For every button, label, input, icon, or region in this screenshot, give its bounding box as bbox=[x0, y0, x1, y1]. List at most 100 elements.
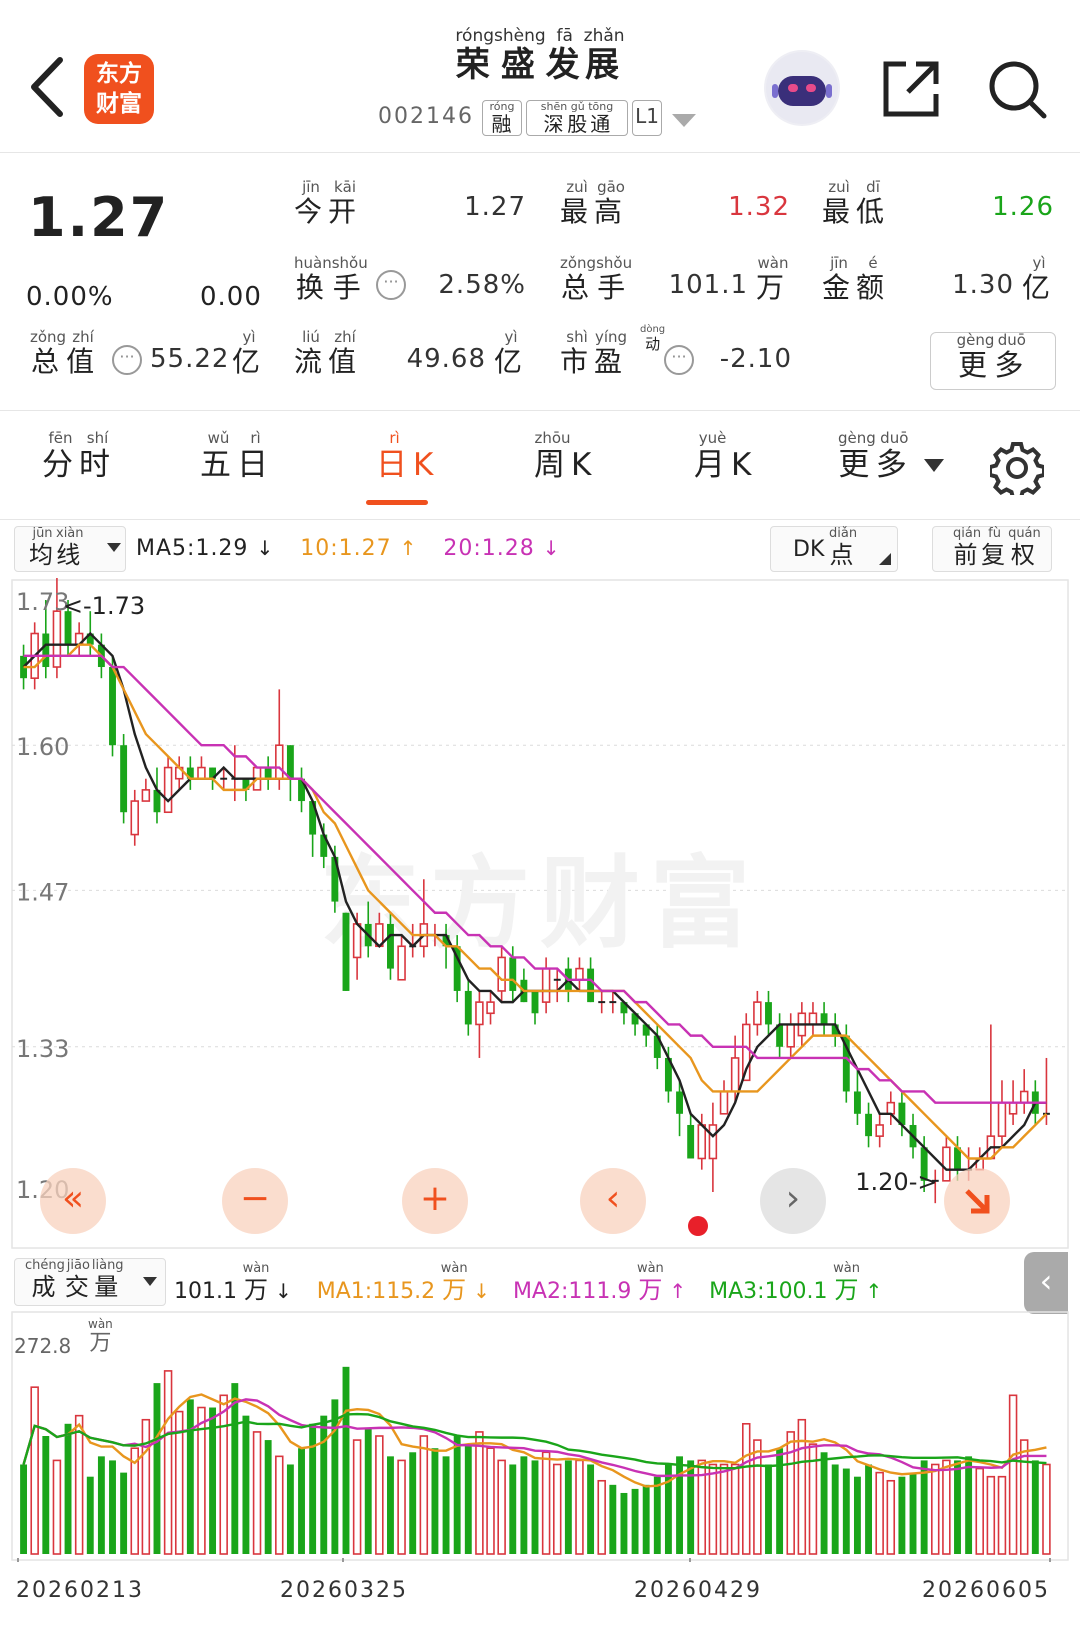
market-cap-info-icon[interactable]: ··· bbox=[112, 345, 142, 375]
volume-bar bbox=[320, 1415, 328, 1554]
volume-bar bbox=[242, 1415, 250, 1554]
dropdown-triangle-icon[interactable] bbox=[672, 112, 696, 128]
ma-selector[interactable]: 均jūn线xiàn bbox=[14, 526, 126, 572]
volume-bar bbox=[942, 1459, 951, 1555]
collapse-panel-button[interactable]: ‹ bbox=[1024, 1252, 1068, 1314]
hanzi-char: 月 bbox=[694, 447, 731, 483]
tab-weekly-k[interactable]: 周zhōuK bbox=[534, 429, 597, 484]
volume-bar bbox=[486, 1447, 495, 1555]
volume-bar bbox=[965, 1456, 973, 1554]
hanzi-char: 亿 bbox=[494, 345, 529, 378]
search-icon[interactable] bbox=[986, 58, 1048, 120]
pinyin: liàng bbox=[91, 1258, 124, 1273]
ma10-value: 10:1.27 bbox=[300, 536, 392, 561]
vol-ma1-unit-pinyin: wàn bbox=[440, 1261, 468, 1276]
connect-tag[interactable]: 深shēn股gǔ通tōng bbox=[526, 100, 628, 136]
margin-tag[interactable]: 融róng bbox=[482, 100, 522, 136]
kline-chart[interactable]: 东方财富 1.731.601.471.331.20 <-1.731.20-> bbox=[0, 578, 1080, 1250]
pinyin: quán bbox=[1008, 526, 1041, 541]
candle-body bbox=[497, 956, 506, 992]
tab-daily-k[interactable]: 日rìK bbox=[376, 429, 439, 484]
volume-bar bbox=[676, 1456, 683, 1554]
low-annotation: 1.20-> bbox=[855, 1168, 937, 1196]
level-tag[interactable]: L1 bbox=[632, 100, 662, 136]
price-adjust-selector[interactable]: 前qián复fù权quán bbox=[932, 526, 1052, 572]
volume-bar bbox=[219, 1394, 228, 1555]
volume-bar bbox=[209, 1407, 217, 1554]
active-tab-underline bbox=[366, 500, 428, 505]
stock-title: 荣róng盛shèng发fā展zhǎn bbox=[380, 26, 700, 86]
volume-chart[interactable] bbox=[0, 1310, 1080, 1562]
prev-button[interactable]: ‹ bbox=[580, 1168, 646, 1234]
volume-selector[interactable]: 成chéng交jiāo量liàng bbox=[14, 1258, 166, 1306]
settings-gear-icon[interactable] bbox=[990, 441, 1044, 495]
ma10-arrow: ↑ bbox=[399, 536, 418, 560]
high-annotation: <-1.73 bbox=[63, 592, 145, 620]
volume-bar bbox=[719, 1463, 729, 1555]
y-tick-label: 1.47 bbox=[16, 878, 69, 906]
ma5-arrow: ↓ bbox=[256, 536, 275, 560]
volume-max-unit: 万wàn bbox=[88, 1317, 113, 1356]
share-icon[interactable] bbox=[880, 58, 942, 120]
candle-body bbox=[109, 667, 116, 746]
tab-intraday[interactable]: 分fēn时shí bbox=[42, 429, 116, 484]
vol-ma3: MA3:100.1 bbox=[709, 1279, 828, 1304]
hanzi-char: 高 bbox=[594, 195, 629, 228]
volume-value: 101.1 bbox=[668, 270, 748, 300]
hanzi-char: 荣 bbox=[455, 45, 495, 85]
market-cap-value: 55.22 bbox=[150, 344, 230, 374]
tab-five-day[interactable]: 五wǔ日rì bbox=[200, 429, 274, 484]
tab-more-dropdown-icon[interactable] bbox=[924, 459, 944, 473]
volume-bar bbox=[664, 1464, 672, 1554]
zoom-out-button[interactable]: − bbox=[222, 1168, 288, 1234]
volume-bar bbox=[609, 1484, 617, 1554]
vol-ma3-unit-pinyin: wàn bbox=[833, 1261, 860, 1276]
pinyin bbox=[731, 429, 757, 447]
volume-bar bbox=[954, 1460, 961, 1554]
more-quote-button[interactable]: 更gèng多duō bbox=[930, 331, 1056, 390]
pinyin: duō bbox=[875, 429, 913, 447]
candle-body bbox=[264, 767, 272, 779]
next-button[interactable]: › bbox=[760, 1168, 826, 1234]
hanzi-char: 更 bbox=[956, 348, 995, 382]
event-marker-dot[interactable] bbox=[688, 1216, 708, 1236]
next-range-button[interactable] bbox=[944, 1168, 1010, 1234]
volume-bar bbox=[552, 1463, 562, 1555]
volume-values: 101.1 万wàn ↓ MA1:115.2 万wàn ↓ MA2:111.9 … bbox=[174, 1261, 882, 1305]
pinyin: shǒu bbox=[331, 254, 368, 272]
level-tag-label: L1 bbox=[635, 104, 659, 128]
hanzi-char: 多 bbox=[875, 447, 913, 483]
current-price: 1.27 bbox=[28, 186, 170, 249]
pinyin: zhí bbox=[328, 328, 363, 346]
assistant-robot-icon[interactable] bbox=[764, 50, 840, 126]
tab-monthly-k[interactable]: 月yuèK bbox=[694, 429, 758, 484]
hanzi-char: K bbox=[731, 447, 758, 483]
connect-tag-label: 深shēn股gǔ通tōng bbox=[541, 100, 613, 136]
volume-bar bbox=[587, 1464, 595, 1554]
volume-bar bbox=[1008, 1394, 1018, 1555]
vol-value: 101.1 bbox=[174, 1279, 237, 1304]
volume-bar bbox=[286, 1464, 294, 1554]
jump-first-button[interactable]: « bbox=[40, 1168, 106, 1234]
pinyin: duō bbox=[994, 331, 1030, 349]
volume-bar bbox=[1042, 1463, 1051, 1555]
volume-bar bbox=[387, 1456, 394, 1554]
candle-body bbox=[730, 1057, 740, 1093]
ma20-arrow: ↓ bbox=[542, 536, 561, 560]
turnover-info-icon[interactable]: ··· bbox=[376, 270, 406, 300]
x-label-2: 20260325 bbox=[280, 1578, 408, 1603]
hanzi-char: 最 bbox=[560, 195, 595, 228]
zoom-in-button[interactable]: + bbox=[402, 1168, 468, 1234]
high-value: 1.32 bbox=[728, 192, 790, 222]
hanzi-char: 今 bbox=[294, 195, 329, 228]
pe-info-icon[interactable]: ··· bbox=[664, 345, 694, 375]
back-icon[interactable] bbox=[22, 52, 72, 122]
volume-bar bbox=[475, 1431, 484, 1555]
vol-ma1-arrow: ↓ bbox=[473, 1279, 490, 1303]
volume-max-value: 272.8 bbox=[14, 1334, 72, 1358]
tab-more[interactable]: 更gèng多duō bbox=[838, 429, 913, 484]
volume-bar bbox=[620, 1492, 628, 1554]
hanzi-char: 点 bbox=[829, 541, 858, 569]
dk-point-selector[interactable]: DK 点diǎn bbox=[770, 526, 898, 572]
low-value: 1.26 bbox=[992, 192, 1054, 222]
